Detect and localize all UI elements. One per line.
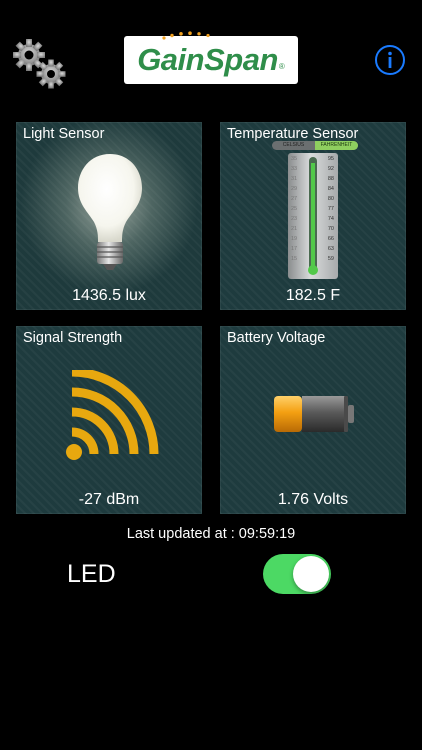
celsius-tick: 25: [291, 206, 298, 212]
celsius-option[interactable]: CELSIUS: [272, 141, 315, 150]
temperature-scale-toggle[interactable]: CELSIUS FAHRENHEIT: [272, 141, 358, 150]
battery-voltage-tile[interactable]: Battery Voltage 1.76 Volts: [220, 326, 406, 514]
info-icon[interactable]: [374, 44, 406, 76]
fahrenheit-tick: 66: [327, 236, 334, 242]
fahrenheit-tick: 63: [327, 246, 334, 252]
celsius-tick: 35: [291, 156, 298, 162]
celsius-tick: 17: [291, 246, 298, 252]
last-updated-text: Last updated at : 09:59:19: [126, 526, 296, 542]
light-sensor-title: Light Sensor: [23, 126, 105, 142]
led-toggle-knob[interactable]: [293, 556, 329, 592]
fahrenheit-tick: 84: [327, 186, 334, 192]
fahrenheit-option[interactable]: FAHRENHEIT: [315, 141, 358, 150]
fahrenheit-tick: 92: [327, 166, 334, 172]
light-sensor-value: 1436.5 lux: [72, 287, 146, 304]
celsius-tick: 21: [291, 226, 298, 232]
logo-registered-mark: ®: [278, 61, 285, 71]
battery-voltage-title: Battery Voltage: [227, 330, 326, 346]
celsius-tick: 19: [291, 236, 298, 242]
led-toggle-switch[interactable]: [263, 554, 331, 594]
temperature-value: 182.5 F: [285, 287, 341, 304]
fahrenheit-tick: 88: [327, 176, 334, 182]
fahrenheit-tick: 80: [327, 196, 334, 202]
fahrenheit-tick: 77: [327, 206, 334, 212]
logo-text: GainSpan: [137, 42, 278, 77]
temperature-sensor-tile[interactable]: Temperature Sensor CELSIUS FAHRENHEIT 35…: [220, 122, 406, 310]
signal-strength-value: -27 dBm: [78, 491, 140, 508]
signal-strength-tile[interactable]: Signal Strength -27 dBm: [16, 326, 202, 514]
celsius-tick: 33: [291, 166, 298, 172]
logo-dots-icon: [162, 31, 210, 40]
celsius-tick: 23: [291, 216, 298, 222]
celsius-tick: 29: [291, 186, 298, 192]
thermometer: 35 95 33 92 31 88 29 84 27 80 25 77 23 74 21 70 …: [288, 153, 338, 279]
battery-voltage-value: 1.76 Volts: [277, 491, 349, 508]
light-bulb-icon: [78, 154, 142, 270]
fahrenheit-tick: 74: [327, 216, 334, 222]
led-label: LED: [67, 560, 116, 588]
celsius-tick: 15: [291, 256, 298, 262]
gainspan-logo: GainSpan ®: [124, 31, 298, 84]
battery-icon: [274, 396, 354, 432]
fahrenheit-tick: 95: [327, 156, 334, 162]
celsius-tick: 27: [291, 196, 298, 202]
app-screen: GainSpan ® Light Sensor 1436.5 lux Tempe…: [0, 0, 422, 750]
celsius-tick: 31: [291, 176, 298, 182]
settings-gear-icon[interactable]: [12, 38, 68, 90]
light-sensor-tile[interactable]: Light Sensor 1436.5 lux: [14, 122, 204, 312]
temperature-sensor-title: Temperature Sensor: [227, 126, 359, 142]
wifi-signal-icon: [66, 370, 159, 460]
fahrenheit-tick: 70: [327, 226, 334, 232]
fahrenheit-tick: 59: [327, 256, 334, 262]
signal-strength-title: Signal Strength: [23, 330, 123, 346]
